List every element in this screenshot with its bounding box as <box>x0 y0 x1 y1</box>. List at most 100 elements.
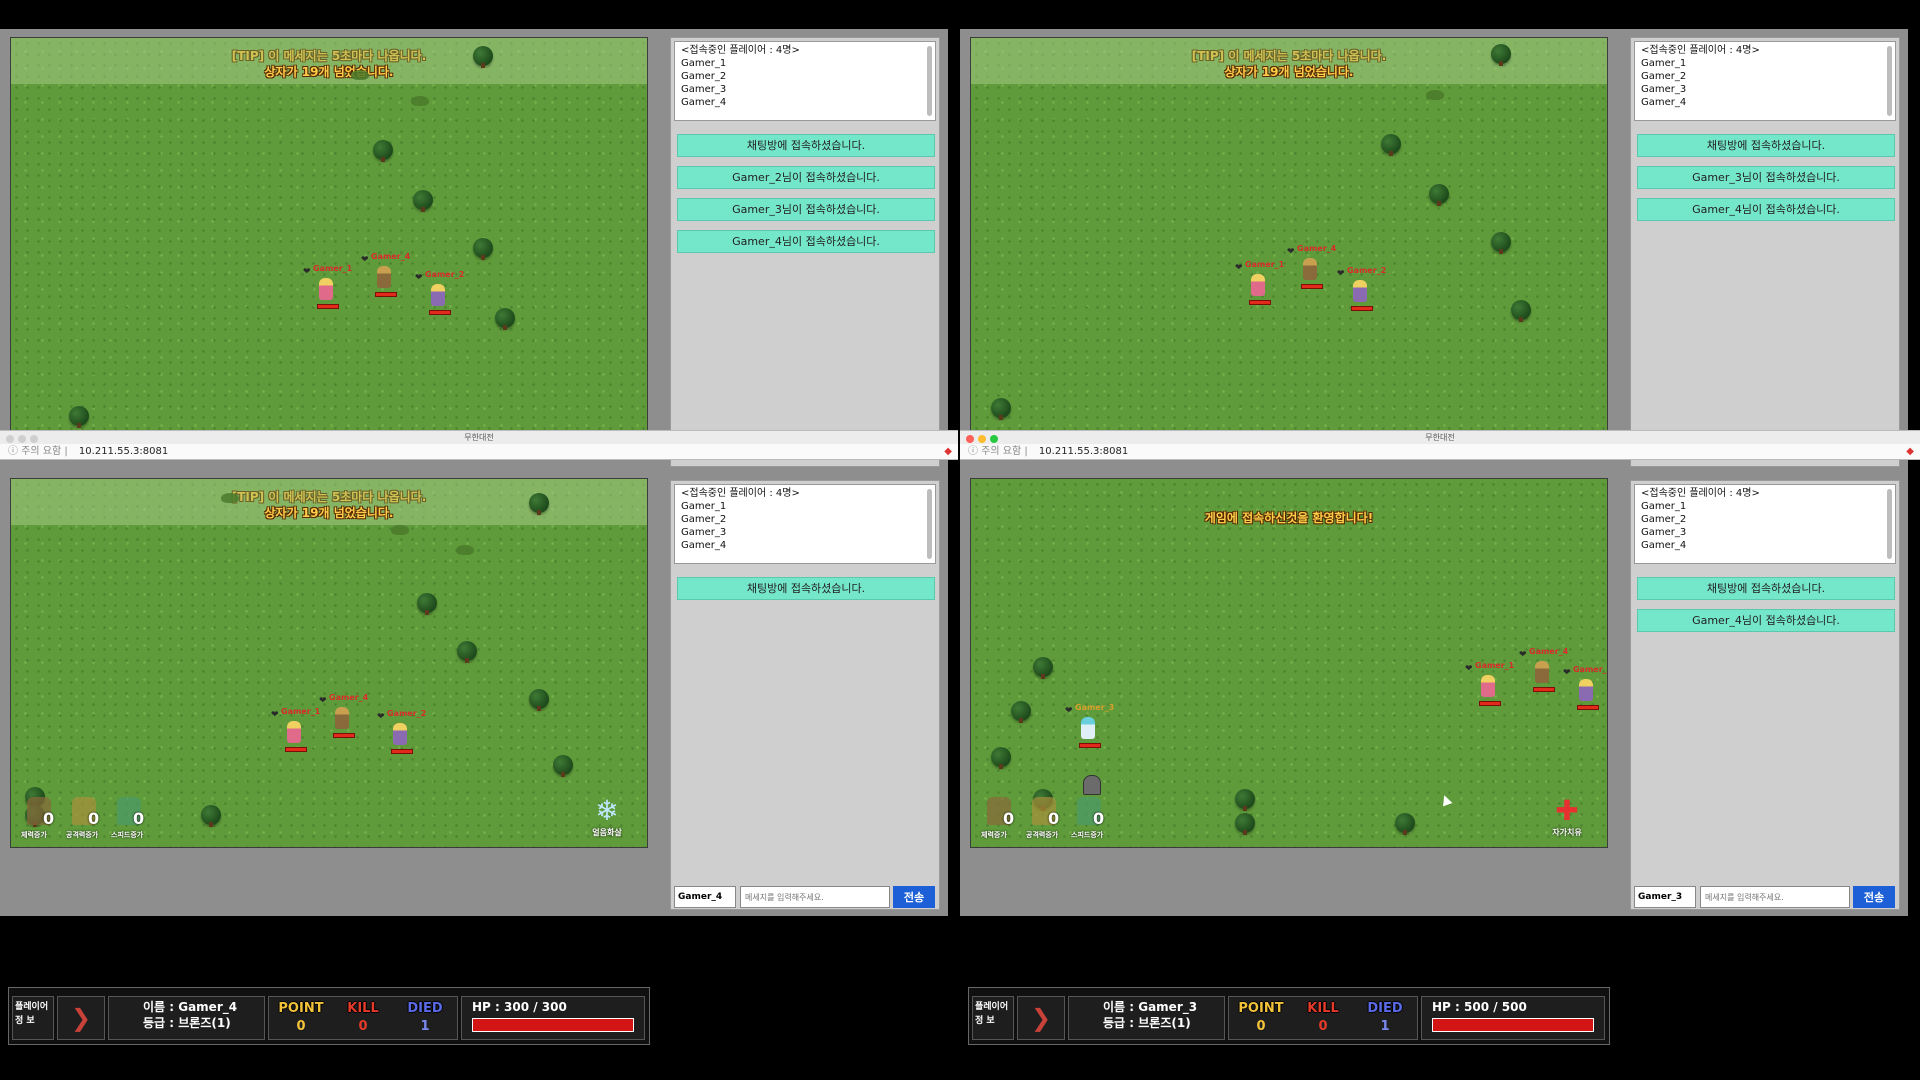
skill-label: 얼음화살 <box>592 828 622 837</box>
game-window-top-left: [TIP] 이 메세지는 5초마다 나옵니다. 상자가 19개 넘었습니다. ❤… <box>0 29 948 473</box>
security-warning[interactable]: ⓘ 주의 요함 <box>968 446 1021 457</box>
skill-speed-up[interactable]: 0 스피드증가 <box>111 797 151 843</box>
character-name: Gamer_4 <box>1297 244 1337 253</box>
skill-atk-up[interactable]: 0 공격력증가 <box>66 797 106 843</box>
tree <box>457 641 477 663</box>
rank-emblem-icon: ❯ <box>57 996 105 1040</box>
tree <box>473 238 493 260</box>
chat-panel: <접속중인 플레이어 : 4명> Gamer_1 Gamer_2 Gamer_3… <box>1630 37 1900 467</box>
hp-bar <box>1432 1018 1594 1032</box>
message-input[interactable] <box>740 886 890 908</box>
tip-message: [TIP] 이 메세지는 5초마다 나옵니다. <box>231 49 427 63</box>
player-list-item: Gamer_3 <box>681 527 727 538</box>
send-button[interactable]: 전송 <box>893 886 935 908</box>
player-list-item: Gamer_4 <box>681 97 727 108</box>
game-map[interactable]: [TIP] 이 메세지는 5초마다 나옵니다. 상자가 19개 넘었습니다. ❤… <box>10 478 648 848</box>
send-button[interactable]: 전송 <box>1853 886 1895 908</box>
character-sprite <box>1353 280 1367 302</box>
message-input[interactable] <box>1700 886 1850 908</box>
skill-hp-up[interactable]: 0 체력증가 <box>981 797 1021 843</box>
character-sprite <box>1481 675 1495 697</box>
character-sprite <box>287 721 301 743</box>
player-info-label: 플레이어 정 보 <box>972 996 1014 1040</box>
player-list-item: Gamer_4 <box>681 540 727 551</box>
tree <box>201 805 221 827</box>
address-bar[interactable]: ⓘ 주의 요함 | 10.211.55.3:8081 ◆ <box>960 444 1920 460</box>
skill-label: 자가치유 <box>1552 828 1582 837</box>
chat-message: 채팅방에 접속하셨습니다. <box>677 134 935 157</box>
character-gamer-4: ❤ Gamer_4 <box>359 252 413 314</box>
character-sprite <box>319 278 333 300</box>
player-list-item: Gamer_2 <box>681 71 727 82</box>
bush <box>1426 90 1444 100</box>
player-list: <접속중인 플레이어 : 4명> Gamer_1 Gamer_2 Gamer_3… <box>1634 41 1896 121</box>
chat-panel: <접속중인 플레이어 : 4명> Gamer_1 Gamer_2 Gamer_3… <box>670 37 940 467</box>
character-hp-bar <box>1479 701 1501 706</box>
character-hp-bar <box>1301 284 1323 289</box>
hp-panel: HP : 500 / 500 <box>1421 996 1605 1040</box>
character-name: Gamer_2 <box>387 709 427 718</box>
url-text[interactable]: 10.211.55.3:8081 <box>79 446 168 457</box>
player-list-item: Gamer_3 <box>1641 527 1687 538</box>
chat-panel: <접속중인 플레이어 : 4명> Gamer_1 Gamer_2 Gamer_3… <box>1630 480 1900 910</box>
hp-bar <box>472 1018 634 1032</box>
game-map[interactable]: [TIP] 이 메세지는 5초마다 나옵니다. 상자가 19개 넘었습니다. ❤… <box>10 37 648 435</box>
heart-icon: ❤ <box>1563 668 1571 678</box>
skill-count: 0 <box>1093 809 1105 828</box>
player-list-item: Gamer_1 <box>1641 58 1687 69</box>
bookmark-icon[interactable]: ◆ <box>944 444 952 460</box>
player-info-line2: 정 보 <box>15 1016 35 1026</box>
tombstone <box>1083 775 1101 795</box>
hp-text: HP : 500 / 500 <box>1432 1000 1527 1014</box>
window-title-bar: 무한대전 <box>960 430 1920 444</box>
character-sprite <box>393 723 407 745</box>
game-map[interactable]: [TIP] 이 메세지는 5초마다 나옵니다. 상자가 19개 넘었습니다. ❤… <box>970 37 1608 435</box>
tree <box>495 308 515 330</box>
skill-atk-up[interactable]: 0 공격력증가 <box>1026 797 1066 843</box>
scrollbar[interactable] <box>927 489 932 559</box>
player-list-header: <접속중인 플레이어 : 4명> <box>1641 488 1760 499</box>
point-value: 0 <box>296 1019 306 1034</box>
tree <box>69 406 89 428</box>
address-bar[interactable]: ⓘ 주의 요함 | 10.211.55.3:8081 ◆ <box>0 444 958 460</box>
character-gamer-4: ❤ Gamer_4 <box>1285 244 1339 306</box>
scrollbar[interactable] <box>1887 489 1892 559</box>
scrollbar[interactable] <box>1887 46 1892 116</box>
tree <box>1381 134 1401 156</box>
bush <box>456 545 474 555</box>
tree <box>991 747 1011 769</box>
snowflake-icon: ❄ <box>595 794 619 827</box>
heart-icon: ❤ <box>303 267 311 277</box>
player-stats: POINT 0 KILL 0 DIED 1 <box>1228 996 1418 1040</box>
character-sprite <box>335 707 349 729</box>
mouse-cursor-icon <box>1439 793 1453 807</box>
scrollbar[interactable] <box>927 46 932 116</box>
tree <box>1235 813 1255 835</box>
hp-panel: HP : 300 / 300 <box>461 996 645 1040</box>
url-text[interactable]: 10.211.55.3:8081 <box>1039 446 1128 457</box>
skill-ice-arrow[interactable]: ❄ 얼음화살 <box>585 795 629 843</box>
chat-messages: 채팅방에 접속하셨습니다. Gamer_4님이 접속하셨습니다. <box>1637 577 1895 641</box>
nickname-field: Gamer_4 <box>674 886 736 908</box>
character-gamer-3: ❤ Gamer_3 <box>1063 703 1117 765</box>
character-name: Gamer_1 <box>281 707 321 716</box>
skill-self-heal[interactable]: ✚ 자가치유 <box>1545 795 1589 843</box>
skill-hp-up[interactable]: 0 체력증가 <box>21 797 61 843</box>
heart-icon: ❤ <box>361 255 369 265</box>
bookmark-icon[interactable]: ◆ <box>1906 444 1914 460</box>
welcome-message: 게임에 접속하신것을 환영합니다! <box>1204 511 1374 525</box>
player-grade: 등급 : 브론즈(1) <box>143 1016 231 1030</box>
bush <box>221 493 239 503</box>
character-hp-bar <box>1577 705 1599 710</box>
skill-speed-up[interactable]: 0 스피드증가 <box>1071 797 1111 843</box>
skill-label: 공격력증가 <box>66 831 99 839</box>
tree <box>1235 789 1255 811</box>
character-gamer-1: ❤ Gamer_1 <box>269 707 323 769</box>
security-warning[interactable]: ⓘ 주의 요함 <box>8 446 61 457</box>
bush <box>391 525 409 535</box>
tree <box>373 140 393 162</box>
character-sprite <box>1303 258 1317 280</box>
character-gamer-4: ❤ Gamer_4 <box>317 693 371 755</box>
game-map[interactable]: 게임에 접속하신것을 환영합니다! ❤ Gamer_3 ❤ Gamer_1 ❤ … <box>970 478 1608 848</box>
player-list: <접속중인 플레이어 : 4명> Gamer_1 Gamer_2 Gamer_3… <box>674 484 936 564</box>
